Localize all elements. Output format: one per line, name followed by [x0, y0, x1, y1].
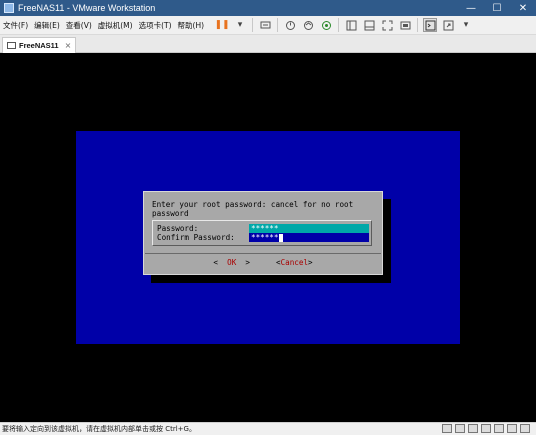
- toolbar-separator: [417, 18, 419, 32]
- display-icon[interactable]: [507, 424, 517, 433]
- revert-snapshot-icon[interactable]: [301, 18, 315, 32]
- stretch-icon[interactable]: [441, 18, 455, 32]
- confirm-password-input[interactable]: ******: [249, 233, 369, 242]
- hard-disk-icon[interactable]: [442, 424, 452, 433]
- dialog-buttons: < OK > <Cancel>: [144, 258, 382, 267]
- message-icon[interactable]: [520, 424, 530, 433]
- cd-drive-icon[interactable]: [455, 424, 465, 433]
- network-adapter-icon[interactable]: [468, 424, 478, 433]
- tab-freenas11[interactable]: FreeNAS11 ×: [2, 37, 77, 53]
- confirm-password-label: Confirm Password:: [157, 233, 235, 242]
- window-title: FreeNAS11 - VMware Workstation: [18, 3, 156, 13]
- snapshot-icon[interactable]: [283, 18, 297, 32]
- menu-view[interactable]: 查看(V): [63, 20, 95, 31]
- ok-right-bracket: >: [236, 258, 250, 267]
- toolbar-separator: [252, 18, 254, 32]
- ok-left-bracket: <: [213, 258, 228, 267]
- close-button[interactable]: ✕: [510, 0, 536, 16]
- ok-button[interactable]: < OK >: [213, 258, 250, 267]
- root-password-dialog: Enter your root password: cancel for no …: [143, 191, 383, 275]
- tab-close-icon[interactable]: ×: [65, 41, 72, 50]
- password-form: Password: ****** Confirm Password: *****…: [152, 220, 372, 246]
- unity-icon[interactable]: [398, 18, 412, 32]
- sidebar-icon[interactable]: [344, 18, 358, 32]
- menu-vm[interactable]: 虚拟机(M): [95, 20, 136, 31]
- menu-file[interactable]: 文件(F): [0, 20, 31, 31]
- sound-icon[interactable]: [494, 424, 504, 433]
- confirm-password-value: ******: [251, 233, 279, 242]
- thumbnail-icon[interactable]: [362, 18, 376, 32]
- text-cursor: [279, 234, 284, 242]
- confirm-password-row: Confirm Password: ******: [157, 233, 369, 242]
- password-row: Password: ******: [157, 224, 369, 233]
- button-divider: [145, 253, 381, 254]
- fullscreen-icon[interactable]: [380, 18, 394, 32]
- menu-bar: 文件(F) 编辑(E) 查看(V) 虚拟机(M) 选项卡(T) 帮助(H) ❚❚…: [0, 16, 536, 35]
- maximize-button[interactable]: ☐: [484, 0, 510, 16]
- dialog-prompt: Enter your root password: cancel for no …: [152, 200, 354, 218]
- cancel-right-bracket: >: [308, 258, 313, 267]
- stretch-dropdown-icon[interactable]: ▾: [459, 18, 473, 32]
- minimize-button[interactable]: —: [458, 0, 484, 16]
- menu-edit[interactable]: 编辑(E): [31, 20, 63, 31]
- toolbar-separator: [277, 18, 279, 32]
- console-icon[interactable]: [423, 18, 438, 32]
- dropdown-icon[interactable]: ▾: [233, 18, 247, 32]
- vmware-app-icon: [4, 3, 14, 13]
- cancel-button[interactable]: <Cancel>: [276, 258, 313, 267]
- vm-icon: [7, 42, 16, 49]
- window-titlebar: FreeNAS11 - VMware Workstation — ☐ ✕: [0, 0, 536, 16]
- menu-tabs[interactable]: 选项卡(T): [136, 20, 175, 31]
- pause-icon[interactable]: ❚❚: [214, 18, 229, 32]
- send-ctrl-alt-del-icon[interactable]: [258, 18, 272, 32]
- tab-bar: FreeNAS11 ×: [0, 35, 536, 53]
- password-label: Password:: [157, 224, 199, 233]
- usb-icon[interactable]: [481, 424, 491, 433]
- toolbar-separator: [338, 18, 340, 32]
- tab-label: FreeNAS11: [19, 41, 59, 50]
- password-input[interactable]: ******: [249, 224, 369, 233]
- cancel-label: ancel: [285, 258, 309, 267]
- status-message: 要将输入定向到该虚拟机，请在虚拟机内部单击或按 Ctrl+G。: [2, 425, 196, 433]
- menu-help[interactable]: 帮助(H): [175, 20, 208, 31]
- ok-label: OK: [227, 258, 237, 267]
- status-bar: 要将输入定向到该虚拟机，请在虚拟机内部单击或按 Ctrl+G。: [0, 422, 536, 435]
- snapshot-manager-icon[interactable]: [319, 18, 333, 32]
